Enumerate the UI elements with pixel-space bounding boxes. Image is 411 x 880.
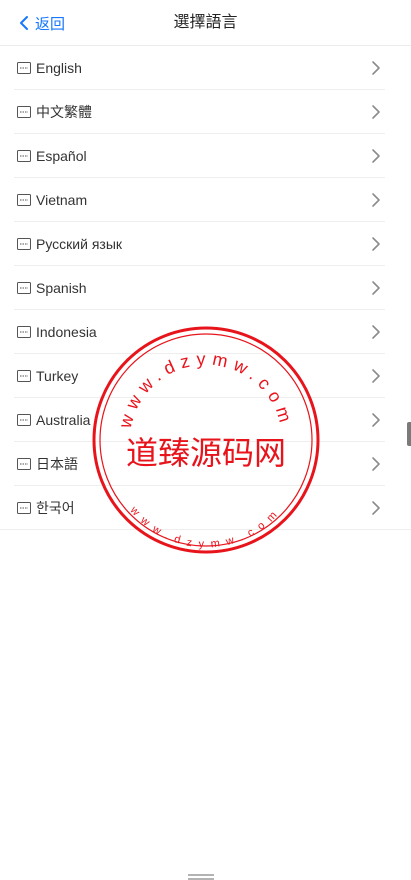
keyboard-icon	[17, 326, 31, 338]
chevron-right-icon	[372, 61, 380, 75]
language-label: Español	[36, 148, 87, 164]
chevron-right-icon	[372, 369, 380, 383]
language-label: 中文繁體	[36, 104, 92, 120]
chevron-right-icon	[372, 281, 380, 295]
language-label: Русский язык	[36, 236, 123, 252]
language-item-vietnam[interactable]: Vietnam	[0, 178, 411, 222]
chevron-right-icon	[372, 413, 380, 427]
page-title: 選擇語言	[173, 14, 238, 31]
chevron-right-icon	[372, 149, 380, 163]
keyboard-icon	[17, 458, 31, 470]
keyboard-icon	[17, 62, 31, 74]
language-label: Australia	[36, 412, 91, 428]
chevron-right-icon	[372, 501, 380, 515]
drag-handle-icon[interactable]	[188, 874, 214, 880]
keyboard-icon	[17, 238, 31, 250]
keyboard-icon	[17, 106, 31, 118]
language-item-turkey[interactable]: Turkey	[0, 354, 411, 398]
language-item-espanol[interactable]: Español	[0, 134, 411, 178]
nav-bar: 返回 選擇語言	[0, 0, 411, 46]
keyboard-icon	[17, 502, 31, 514]
chevron-right-icon	[372, 237, 380, 251]
language-label: English	[36, 60, 82, 76]
language-item-indonesia[interactable]: Indonesia	[0, 310, 411, 354]
keyboard-icon	[17, 150, 31, 162]
keyboard-icon	[17, 282, 31, 294]
language-item-traditional-chinese[interactable]: 中文繁體	[0, 90, 411, 134]
chevron-right-icon	[372, 325, 380, 339]
language-item-australia[interactable]: Australia	[0, 398, 411, 442]
keyboard-icon	[17, 370, 31, 382]
keyboard-icon	[17, 194, 31, 206]
chevron-right-icon	[372, 457, 380, 471]
language-label: 日本語	[36, 456, 78, 472]
language-label: 한국어	[36, 500, 75, 516]
chevron-right-icon	[372, 193, 380, 207]
language-item-korean[interactable]: 한국어	[0, 486, 411, 530]
language-label: Spanish	[36, 280, 87, 296]
language-item-russian[interactable]: Русский язык	[0, 222, 411, 266]
scroll-indicator[interactable]	[407, 422, 411, 446]
language-label: Turkey	[36, 368, 79, 384]
language-item-spanish[interactable]: Spanish	[0, 266, 411, 310]
language-item-japanese[interactable]: 日本語	[0, 442, 411, 486]
language-list: English 中文繁體 Español Vietnam Русский язы…	[0, 46, 411, 530]
chevron-right-icon	[372, 105, 380, 119]
keyboard-icon	[17, 414, 31, 426]
language-label: Vietnam	[36, 192, 88, 208]
language-item-english[interactable]: English	[0, 46, 411, 90]
language-label: Indonesia	[36, 324, 97, 340]
